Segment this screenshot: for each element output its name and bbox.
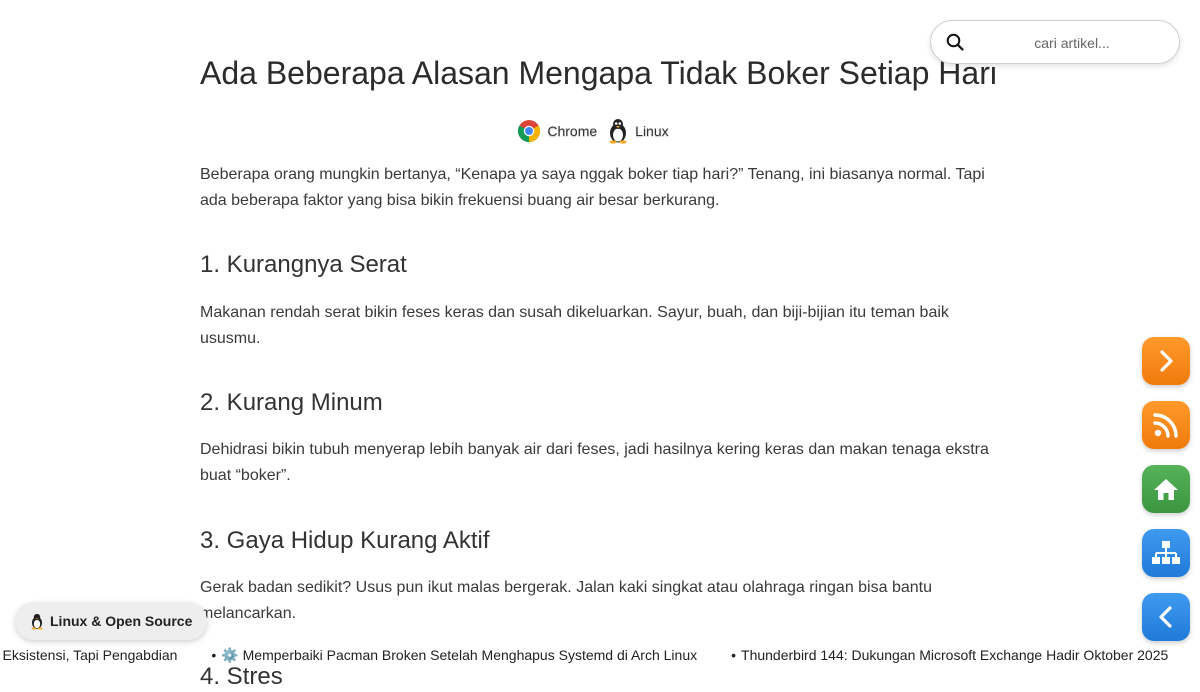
ticker-item[interactable]: • ⚙️ Memperbaiki Pacman Broken Setelah M… bbox=[211, 643, 697, 667]
tux-icon bbox=[31, 613, 43, 630]
chevron-right-icon bbox=[1160, 350, 1173, 372]
back-button[interactable] bbox=[1142, 593, 1190, 641]
bullet: • bbox=[211, 647, 217, 663]
section-heading: 1. Kurangnya Serat bbox=[200, 251, 407, 278]
section-body: Dehidrasi bikin tubuh menyerap lebih ban… bbox=[200, 441, 989, 484]
section-body: Makanan rendah serat bikin feses keras d… bbox=[200, 304, 949, 347]
article-intro: Beberapa orang mungkin bertanya, “Kenapa… bbox=[200, 166, 985, 209]
tux-icon bbox=[609, 119, 627, 144]
section-body: Gerak badan sedikit? Usus pun ikut malas… bbox=[200, 579, 932, 622]
section-heading: 3. Gaya Hidup Kurang Aktif bbox=[200, 527, 490, 554]
tag-chrome[interactable]: Chrome bbox=[517, 119, 597, 143]
ticker-item[interactable]: r Eksistensi, Tapi Pengabdian bbox=[0, 643, 177, 667]
ticker-item-text: ⚙️ Memperbaiki Pacman Broken Setelah Men… bbox=[221, 647, 698, 663]
ticker-item-text: Thunderbird 144: Dukungan Microsoft Exch… bbox=[741, 647, 1169, 663]
section-heading: 2. Kurang Minum bbox=[200, 389, 383, 416]
search-icon bbox=[946, 33, 964, 51]
home-button[interactable] bbox=[1142, 465, 1190, 513]
tag-label: Linux bbox=[635, 123, 669, 139]
sitemap-button[interactable] bbox=[1142, 529, 1190, 577]
article-title: Ada Beberapa Alasan Mengapa Tidak Boker … bbox=[200, 55, 997, 91]
rss-icon bbox=[1153, 413, 1178, 438]
news-ticker: r Eksistensi, Tapi Pengabdian • ⚙️ Mempe… bbox=[0, 643, 1200, 667]
next-button[interactable] bbox=[1142, 337, 1190, 385]
article-tags: Chrome Linux bbox=[200, 118, 986, 144]
chevron-left-icon bbox=[1159, 606, 1172, 628]
search-input[interactable] bbox=[975, 29, 1169, 57]
ticker-item-text: r Eksistensi, Tapi Pengabdian bbox=[0, 647, 178, 663]
bullet: • bbox=[731, 647, 737, 663]
rss-button[interactable] bbox=[1142, 401, 1190, 449]
category-badge[interactable]: Linux & Open Source bbox=[15, 602, 208, 640]
home-icon bbox=[1154, 479, 1178, 500]
ticker-item[interactable]: • Thunderbird 144: Dukungan Microsoft Ex… bbox=[731, 643, 1168, 667]
tag-linux[interactable]: Linux bbox=[607, 118, 669, 144]
chrome-icon bbox=[518, 120, 541, 142]
sitemap-icon bbox=[1152, 541, 1180, 564]
badge-label: Linux & Open Source bbox=[50, 613, 193, 629]
search-box[interactable] bbox=[930, 20, 1180, 64]
tag-label: Chrome bbox=[547, 123, 598, 139]
